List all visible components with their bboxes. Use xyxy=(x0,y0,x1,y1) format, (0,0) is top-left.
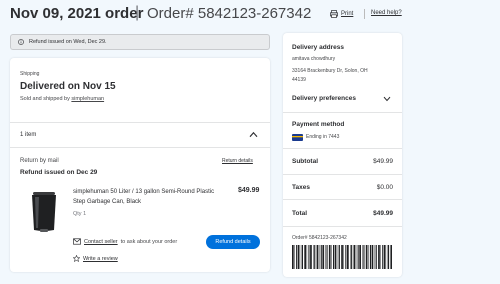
taxes-label: Taxes xyxy=(292,184,310,191)
total-value: $49.99 xyxy=(373,210,393,217)
return-method: Return by mail xyxy=(20,158,59,164)
subtotal-label: Subtotal xyxy=(292,158,318,165)
delivery-address-label: Delivery address xyxy=(292,44,345,51)
divider xyxy=(283,174,402,175)
shipment-card: Shipping Delivered on Nov 15 Sold and sh… xyxy=(10,58,270,272)
credit-card-icon xyxy=(292,134,303,141)
header-link-divider xyxy=(364,9,365,19)
divider xyxy=(10,122,270,123)
header-divider: | xyxy=(135,4,140,21)
order-barcode xyxy=(292,245,392,269)
order-reference: Order# 5842123-267342 xyxy=(292,235,347,241)
seller-link[interactable]: simplehuman xyxy=(71,96,104,102)
divider xyxy=(283,148,402,149)
divider xyxy=(10,147,270,148)
printer-icon xyxy=(330,10,338,18)
star-icon xyxy=(73,255,80,262)
total-label: Total xyxy=(292,210,308,217)
shipping-tag: Shipping xyxy=(20,71,40,77)
refund-banner: Refund issued on Wed, Dec 29. xyxy=(10,34,270,50)
divider xyxy=(283,226,402,227)
contact-seller-row: Contact seller to ask about your order xyxy=(73,238,177,245)
need-help-link[interactable]: Need help? xyxy=(371,10,402,16)
print-button[interactable]: Print xyxy=(330,10,353,18)
contact-seller-suffix: to ask about your order xyxy=(120,238,178,245)
product-price: $49.99 xyxy=(238,187,260,194)
payment-method-label: Payment method xyxy=(292,121,345,128)
order-date-title: Nov 09, 2021 order xyxy=(10,5,144,22)
taxes-value: $0.00 xyxy=(376,184,393,191)
card-ending: Ending in 7443 xyxy=(306,134,340,140)
chevron-up-icon[interactable] xyxy=(249,131,258,138)
divider xyxy=(283,199,402,200)
write-review-link[interactable]: Write a review xyxy=(83,256,118,262)
contact-seller-link[interactable]: Contact seller xyxy=(84,239,118,245)
write-review-row[interactable]: Write a review xyxy=(73,255,118,262)
product-quantity: Qty 1 xyxy=(73,211,87,217)
refund-status: Refund issued on Dec 29 xyxy=(20,169,98,176)
address-name: amitava chowdhury xyxy=(292,56,336,62)
delivery-status: Delivered on Nov 15 xyxy=(20,81,116,92)
chevron-down-icon[interactable] xyxy=(383,96,391,102)
items-count: 1 item xyxy=(20,132,37,138)
sold-by-prefix: Sold and shipped by xyxy=(20,96,70,102)
divider xyxy=(283,112,402,113)
refund-banner-text: Refund issued on Wed, Dec 29. xyxy=(29,39,107,45)
order-summary-card: Delivery address amitava chowdhury 33164… xyxy=(283,33,402,277)
info-icon xyxy=(18,39,24,45)
print-label: Print xyxy=(341,11,354,17)
address-zip: 44139 xyxy=(292,77,306,83)
address-street: 33164 Brackenbury Dr, Solon, OH xyxy=(292,68,368,74)
sold-by: Sold and shipped by simplehuman xyxy=(20,96,104,102)
subtotal-value: $49.99 xyxy=(373,158,393,165)
refund-details-button[interactable]: Refund details xyxy=(206,235,260,249)
message-icon xyxy=(73,238,81,245)
return-details-link[interactable]: Return details xyxy=(222,158,253,164)
order-header: Nov 09, 2021 order | Order# 5842123-2673… xyxy=(10,4,492,25)
product-title[interactable]: simplehuman 50 Liter / 13 gallon Semi-Ro… xyxy=(73,187,223,207)
order-number: Order# 5842123-267342 xyxy=(147,5,312,22)
delivery-preferences-label[interactable]: Delivery preferences xyxy=(292,95,356,102)
product-image[interactable] xyxy=(27,188,61,234)
